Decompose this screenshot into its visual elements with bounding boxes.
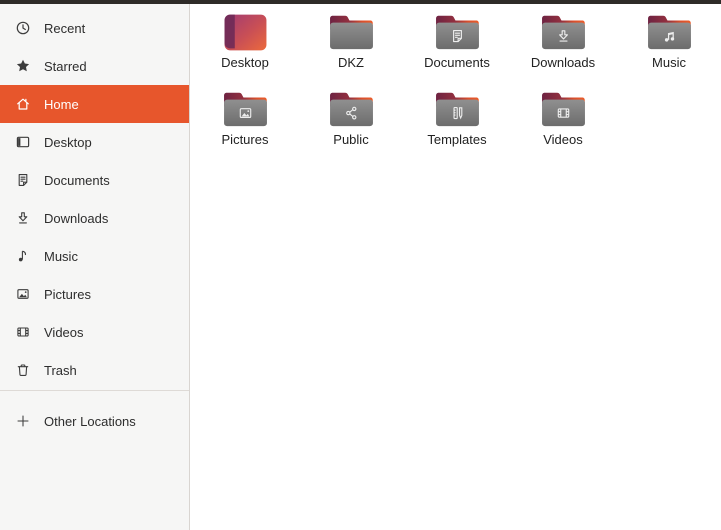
file-item-label: Pictures xyxy=(221,132,269,147)
file-manager-window: Recent Starred Home Desktop Documents Downloa… xyxy=(0,4,721,530)
sidebar-item-label: Other Locations xyxy=(44,413,136,429)
videos-icon xyxy=(15,324,31,340)
file-item-label: Templates xyxy=(427,132,487,147)
folder-music-icon xyxy=(646,13,693,52)
file-item-label: Downloads xyxy=(530,55,596,70)
sidebar-item-starred[interactable]: Starred xyxy=(0,47,189,85)
file-item-videos[interactable]: Videos xyxy=(510,86,616,163)
sidebar-item-other-locations[interactable]: Other Locations xyxy=(0,402,189,440)
file-item-label: DKZ xyxy=(338,55,364,70)
sidebar-item-label: Documents xyxy=(44,172,110,188)
sidebar-item-pictures[interactable]: Pictures xyxy=(0,275,189,313)
sidebar-item-label: Desktop xyxy=(44,134,92,150)
sidebar-item-trash[interactable]: Trash xyxy=(0,351,189,389)
sidebar-item-recent[interactable]: Recent xyxy=(0,9,189,47)
desktop-gradient-icon xyxy=(222,13,269,52)
folder-pictures-icon xyxy=(222,90,269,129)
folder-videos-icon xyxy=(540,90,587,129)
file-item-desktop[interactable]: Desktop xyxy=(192,9,298,86)
file-item-templates[interactable]: Templates xyxy=(404,86,510,163)
sidebar-list: Recent Starred Home Desktop Documents Downloa… xyxy=(0,9,189,389)
sidebar-item-desktop[interactable]: Desktop xyxy=(0,123,189,161)
folder-documents-icon xyxy=(434,13,481,52)
recent-icon xyxy=(15,20,31,36)
sidebar-item-music[interactable]: Music xyxy=(0,237,189,275)
sidebar-item-label: Home xyxy=(44,96,79,112)
sidebar-item-label: Videos xyxy=(44,324,84,340)
folder-downloads-icon xyxy=(540,13,587,52)
sidebar: Recent Starred Home Desktop Documents Downloa… xyxy=(0,4,190,530)
home-icon xyxy=(15,96,31,112)
file-item-label: Desktop xyxy=(221,55,269,70)
sidebar-item-label: Starred xyxy=(44,58,87,74)
file-item-music[interactable]: Music xyxy=(616,9,721,86)
file-item-pictures[interactable]: Pictures xyxy=(192,86,298,163)
sidebar-divider xyxy=(0,390,189,391)
sidebar-item-documents[interactable]: Documents xyxy=(0,161,189,199)
sidebar-item-label: Music xyxy=(44,248,78,264)
file-item-label: Public xyxy=(333,132,369,147)
sidebar-item-videos[interactable]: Videos xyxy=(0,313,189,351)
folder-icon xyxy=(328,13,375,52)
content-area: Desktop DKZ Documents Downloads Music Picture… xyxy=(190,4,721,530)
file-item-label: Music xyxy=(652,55,686,70)
desktop-panel-icon xyxy=(15,134,31,150)
file-item-label: Documents xyxy=(424,55,490,70)
sidebar-item-home[interactable]: Home xyxy=(0,85,189,123)
plus-icon xyxy=(15,413,31,429)
file-item-downloads[interactable]: Downloads xyxy=(510,9,616,86)
sidebar-item-label: Recent xyxy=(44,20,86,36)
sidebar-item-label: Trash xyxy=(44,362,77,378)
documents-icon xyxy=(15,172,31,188)
folder-templates-icon xyxy=(434,90,481,129)
file-item-public[interactable]: Public xyxy=(298,86,404,163)
file-grid: Desktop DKZ Documents Downloads Music Picture… xyxy=(190,4,721,163)
sidebar-item-downloads[interactable]: Downloads xyxy=(0,199,189,237)
sidebar-item-label: Pictures xyxy=(44,286,91,302)
trash-icon xyxy=(15,362,31,378)
star-icon xyxy=(15,58,31,74)
music-icon xyxy=(15,248,31,264)
downloads-icon xyxy=(15,210,31,226)
file-item-dkz[interactable]: DKZ xyxy=(298,9,404,86)
sidebar-item-label: Downloads xyxy=(44,210,109,226)
file-item-label: Videos xyxy=(543,132,583,147)
folder-share-icon xyxy=(328,90,375,129)
file-item-documents[interactable]: Documents xyxy=(404,9,510,86)
pictures-icon xyxy=(15,286,31,302)
